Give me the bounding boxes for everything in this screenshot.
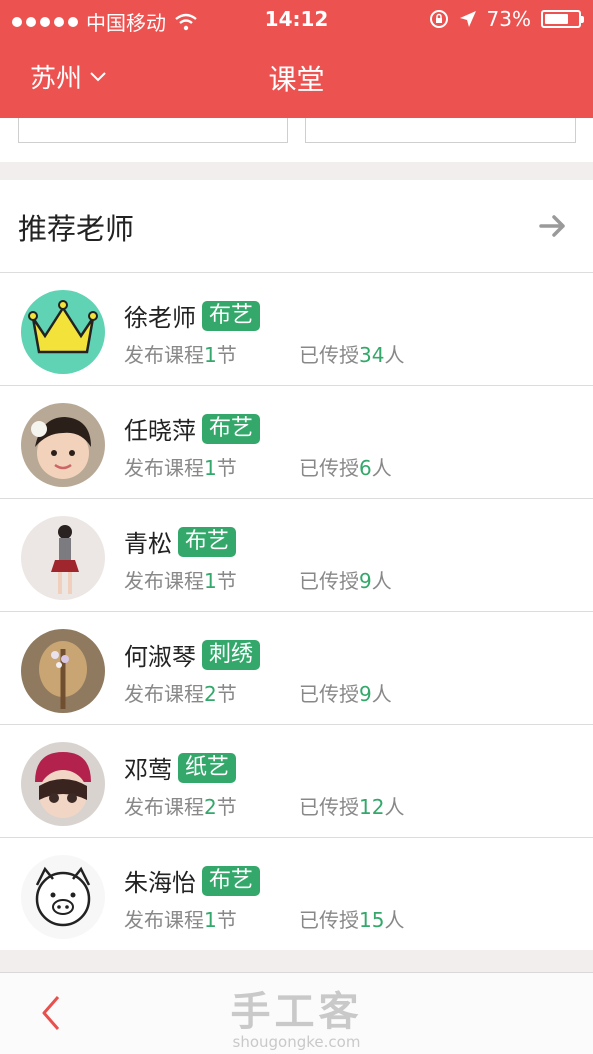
courses-count: 发布课程1节: [124, 343, 237, 367]
avatar: [21, 855, 105, 939]
name-line: 邓莺 纸艺: [124, 750, 237, 785]
courses-count: 发布课程2节: [124, 795, 237, 819]
status-right: 73%: [429, 7, 584, 31]
location-icon: [459, 11, 476, 27]
page-title: 课堂: [268, 63, 325, 96]
avatar: [21, 629, 105, 713]
teacher-name: 任晓萍: [124, 417, 196, 445]
teacher-name: 青松: [124, 530, 172, 558]
status-bar: 中国移动 14:12 73%: [0, 0, 593, 38]
previous-section-strip: [0, 118, 593, 162]
section-title: 推荐老师: [18, 212, 135, 246]
name-line: 徐老师 布艺: [124, 298, 261, 333]
teacher-name: 朱海怡: [124, 869, 196, 897]
category-tag: 布艺: [202, 865, 261, 896]
avatar: [21, 516, 105, 600]
teacher-name: 邓莺: [124, 756, 172, 784]
battery-icon: [541, 10, 584, 28]
teacher-row[interactable]: 青松 布艺 发布课程1节 已传授9人: [0, 499, 593, 612]
rotation-lock-icon: [429, 10, 448, 28]
category-tag: 布艺: [178, 526, 237, 557]
teacher-row[interactable]: 徐老师 布艺 发布课程1节 已传授34人: [0, 273, 593, 386]
battery-percent: 73%: [486, 7, 531, 31]
watermark-en: shougongke.com: [232, 1033, 361, 1051]
previous-card-left[interactable]: [18, 118, 288, 143]
name-line: 朱海怡 布艺: [124, 863, 261, 898]
teacher-name: 何淑琴: [124, 643, 196, 671]
students-count: 已传授15人: [299, 908, 405, 932]
header-bar: 中国移动 14:12 73% 苏州 课堂: [0, 0, 593, 118]
teacher-name: 徐老师: [124, 304, 196, 332]
name-line: 任晓萍 布艺: [124, 411, 261, 446]
recommended-teachers-section: 推荐老师 徐老师 布艺 发布课程1节 已传授34人 任晓萍 布艺 发布课程1节 …: [0, 180, 593, 950]
category-tag: 刺绣: [202, 639, 261, 670]
category-tag: 纸艺: [178, 752, 237, 783]
watermark-cn: 手工客: [230, 989, 363, 1035]
courses-count: 发布课程1节: [124, 569, 237, 593]
bottom-bar: 手工客 shougongke.com: [0, 972, 593, 1054]
avatar: [21, 290, 105, 374]
students-count: 已传授34人: [299, 343, 405, 367]
avatar: [21, 742, 105, 826]
avatar: [21, 403, 105, 487]
courses-count: 发布课程2节: [124, 682, 237, 706]
students-count: 已传授9人: [299, 569, 392, 593]
arrow-right-icon[interactable]: [537, 210, 569, 242]
teacher-row[interactable]: 任晓萍 布艺 发布课程1节 已传授6人: [0, 386, 593, 499]
category-tag: 布艺: [202, 413, 261, 444]
students-count: 已传授6人: [299, 456, 392, 480]
previous-card-right[interactable]: [305, 118, 576, 143]
students-count: 已传授9人: [299, 682, 392, 706]
section-header[interactable]: 推荐老师: [0, 180, 593, 273]
name-line: 青松 布艺: [124, 524, 237, 559]
teacher-row[interactable]: 何淑琴 刺绣 发布课程2节 已传授9人: [0, 612, 593, 725]
watermark: 手工客 shougongke.com: [0, 979, 593, 1051]
courses-count: 发布课程1节: [124, 908, 237, 932]
nav-bar: 苏州 课堂: [0, 48, 593, 108]
category-tag: 布艺: [202, 300, 261, 331]
students-count: 已传授12人: [299, 795, 405, 819]
courses-count: 发布课程1节: [124, 456, 237, 480]
teacher-row[interactable]: 邓莺 纸艺 发布课程2节 已传授12人: [0, 725, 593, 838]
teacher-row[interactable]: 朱海怡 布艺 发布课程1节 已传授15人: [0, 838, 593, 950]
name-line: 何淑琴 刺绣: [124, 637, 261, 672]
